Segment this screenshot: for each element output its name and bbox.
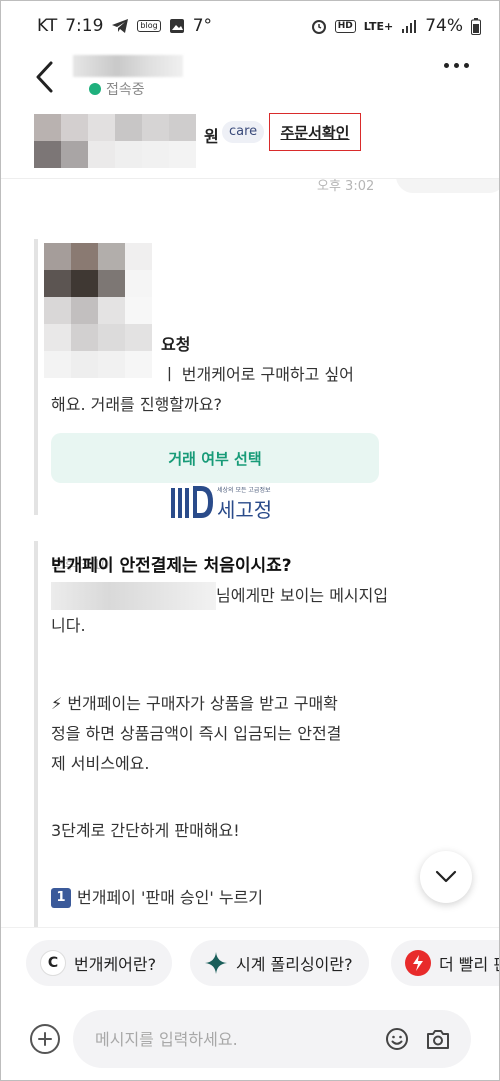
order-confirm-link[interactable]: 주문서확인 — [269, 113, 361, 151]
more-options-icon[interactable] — [444, 63, 469, 68]
request-body-line2: 해요. 거래를 진행할까요? — [51, 395, 222, 414]
pay-intro-line3: ⚡ 번개페이는 구매자가 상품을 받고 구매확 — [51, 694, 338, 713]
chat-messages[interactable]: 오후 3:02 요청 ㅣ 번개케어로 구매하고 싶어 해요. 거래를 진행할까요… — [1, 179, 499, 927]
segojeong-logo-icon — [171, 486, 213, 518]
pay-intro-title: 번개페이 안전결제는 처음이시죠? — [51, 556, 292, 576]
presence-label: 접속중 — [106, 82, 145, 98]
status-left: KT 7:19 blog 7° — [37, 16, 212, 36]
chip-label: 번개케어란? — [74, 955, 157, 974]
pay-intro-line4: 정을 하면 상품금액이 즉시 입금되는 안전결 — [51, 724, 342, 743]
step-one-badge-icon: 1 — [51, 888, 71, 908]
previous-message-bubble — [396, 179, 499, 193]
care-badge: care — [222, 121, 265, 143]
watermark-logo: 세상의 모든 고급정보 세고정 — [171, 484, 321, 534]
chip-bungae-care[interactable]: C 번개케어란? — [26, 940, 173, 986]
request-body-line1: ㅣ 번개케어로 구매하고 싶어 — [162, 365, 354, 384]
sparkle-icon — [205, 952, 227, 974]
product-image-redacted — [34, 114, 196, 168]
chip-faster-sell[interactable]: 더 빨리 판 — [391, 940, 499, 986]
telegram-icon — [112, 19, 129, 33]
gallery-icon — [169, 19, 184, 33]
alarm-icon — [311, 20, 326, 34]
attach-plus-button[interactable] — [30, 1024, 60, 1054]
pay-intro-line7: 번개페이 '판매 승인' 누르기 — [77, 888, 263, 907]
watermark-tagline: 세상의 모든 고급정보 — [217, 487, 271, 494]
temperature-label: 7° — [192, 16, 213, 36]
carrier-label: KT — [37, 16, 58, 36]
previous-message-time: 오후 3:02 — [317, 179, 375, 194]
quick-reply-chips: C 번개케어란? 시계 폴리싱이란? 더 빨리 판 — [1, 927, 499, 997]
blog-icon: blog — [137, 20, 161, 32]
chip-watch-polishing[interactable]: 시계 폴리싱이란? — [190, 940, 369, 986]
online-dot-icon — [89, 83, 101, 95]
back-arrow-icon[interactable] — [31, 59, 61, 95]
product-summary-bar: 원 care 주문서확인 — [1, 111, 499, 179]
recipient-name-redacted — [51, 582, 216, 610]
lightning-icon — [405, 950, 431, 976]
c-logo-icon: C — [40, 950, 66, 976]
battery-label: 74% — [425, 16, 463, 36]
purchase-request-card: 요청 ㅣ 번개케어로 구매하고 싶어 해요. 거래를 진행할까요? 거래 여부 … — [34, 239, 384, 573]
select-trade-button[interactable]: 거래 여부 선택 — [51, 433, 379, 483]
request-title-suffix: 요청 — [161, 335, 191, 354]
emoji-icon[interactable] — [385, 1027, 409, 1051]
pay-intro-line6: 3단계로 간단하게 판매해요! — [51, 821, 240, 840]
message-input-bar — [1, 997, 499, 1081]
camera-icon[interactable] — [425, 1027, 451, 1051]
scroll-to-bottom-button[interactable] — [420, 851, 472, 903]
pay-intro-step1: 1 번개페이 '판매 승인' 누르기 — [51, 883, 263, 913]
product-price-suffix: 원 — [204, 127, 219, 146]
pay-intro-line2: 니다. — [51, 616, 86, 635]
presence-status: 접속중 — [89, 79, 145, 99]
chevron-down-icon — [435, 870, 457, 883]
chip-label: 시계 폴리싱이란? — [236, 955, 353, 974]
plus-icon — [38, 1032, 52, 1046]
pay-intro-line5: 제 서비스에요. — [51, 754, 150, 773]
watermark-name: 세고정 — [217, 498, 273, 522]
request-image-redacted — [44, 243, 152, 378]
hd-icon: HD — [334, 19, 356, 33]
pay-intro-line1: 님에게만 보이는 메시지입 — [216, 586, 389, 605]
chat-header: 접속중 — [1, 51, 499, 111]
pay-intro-card: 번개페이 안전결제는 처음이시죠? 님에게만 보이는 메시지입 니다. ⚡ 번개… — [34, 541, 394, 927]
time-label: 7:19 — [65, 16, 104, 36]
message-input[interactable] — [73, 1010, 471, 1068]
network-label: LTE+ — [363, 19, 394, 33]
signal-icon — [402, 20, 417, 33]
chip-label: 더 빨리 판 — [439, 955, 499, 974]
status-right: HD LTE+ 74% — [311, 16, 481, 36]
status-bar: KT 7:19 blog 7° HD LTE+ 74% — [1, 1, 499, 51]
battery-icon — [471, 17, 481, 35]
chat-partner-name-redacted — [73, 55, 183, 77]
